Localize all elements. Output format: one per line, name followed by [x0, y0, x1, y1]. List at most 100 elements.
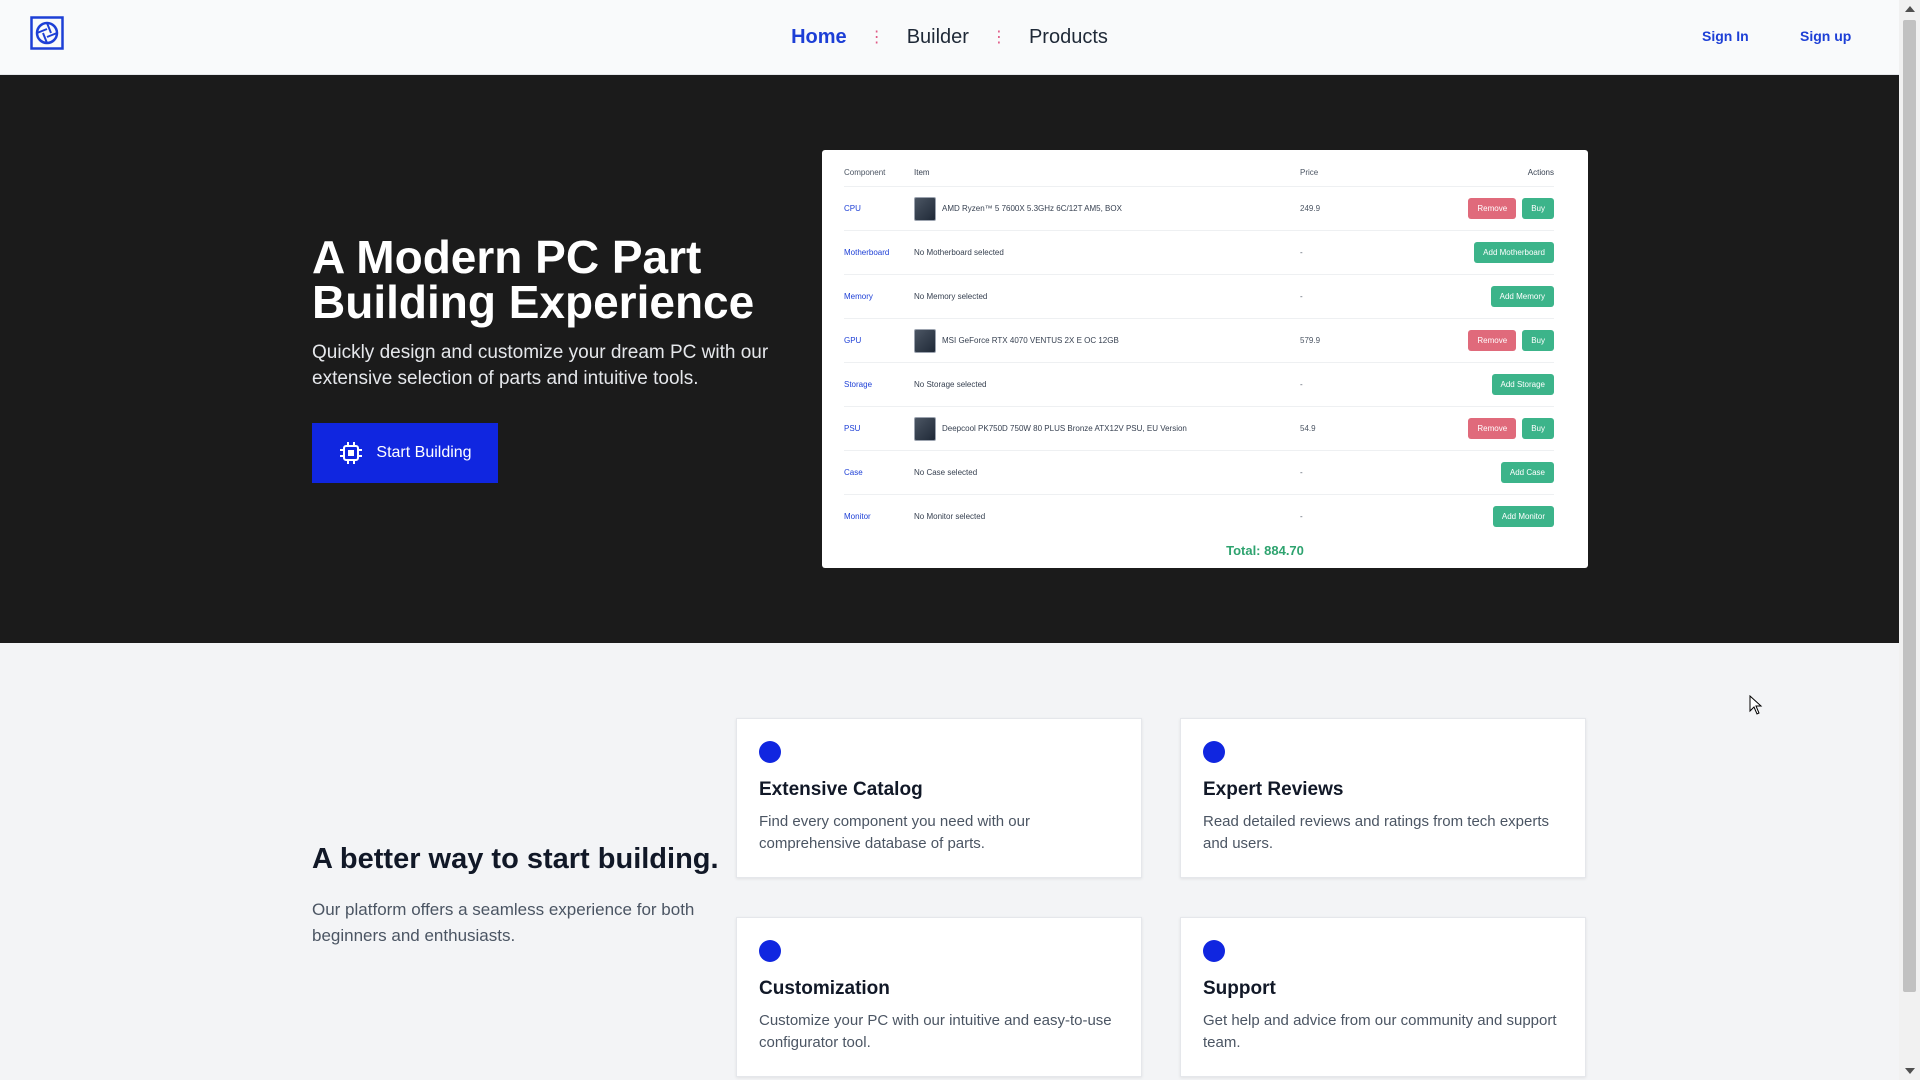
card-text: Get help and advice from our community a… — [1203, 1012, 1557, 1051]
card-title: Customization — [759, 978, 890, 999]
add-case-button[interactable]: Add Case — [1500, 462, 1554, 483]
remove-button[interactable]: Remove — [1468, 198, 1517, 219]
item-cell: Deepcool PK750D 750W 80 PLUS Bronze ATX1… — [910, 416, 1300, 441]
sign-up-link[interactable]: Sign up — [1800, 28, 1851, 44]
header-actions: Actions — [1527, 167, 1554, 177]
features-title: A better way to start building. — [312, 843, 719, 875]
bullet-dot-icon — [759, 940, 781, 962]
add-monitor-button[interactable]: Add Monitor — [1492, 506, 1554, 527]
bullet-dot-icon — [1203, 940, 1225, 962]
card-text: Customize your PC with our intuitive and… — [759, 1012, 1112, 1051]
item-name: AMD Ryzen™ 5 7600X 5.3GHz 6C/12T AM5, BO… — [942, 204, 1122, 213]
component-link[interactable]: Monitor — [844, 512, 910, 521]
add-memory-button[interactable]: Add Memory — [1490, 286, 1554, 307]
sign-in-link[interactable]: Sign In — [1702, 28, 1749, 44]
component-link[interactable]: Memory — [844, 292, 910, 301]
features-subtitle: Our platform offers a seamless experienc… — [312, 900, 695, 945]
feature-card-support: Support Get help and advice from our com… — [1180, 917, 1586, 1077]
top-navbar: Home ⋮ Builder ⋮ Products Sign In Sign u… — [0, 0, 1899, 75]
card-title: Extensive Catalog — [759, 779, 923, 800]
mouse-pointer-icon — [1749, 695, 1763, 715]
table-header: Component Item Price Actions — [844, 158, 1554, 186]
buy-button[interactable]: Buy — [1522, 330, 1554, 351]
item-name: Deepcool PK750D 750W 80 PLUS Bronze ATX1… — [942, 424, 1187, 433]
item-cell: No Memory selected — [914, 292, 988, 301]
price-cell: 54.9 — [1300, 424, 1316, 433]
header-item: Item — [914, 167, 930, 177]
hero-title: A Modern PC Part Building Experience — [312, 231, 755, 328]
nav-link-builder[interactable]: Builder — [885, 26, 991, 49]
actions-cell: Remove Buy — [1420, 418, 1554, 439]
buy-button[interactable]: Buy — [1522, 198, 1554, 219]
remove-button[interactable]: Remove — [1468, 418, 1517, 439]
scroll-up-arrow-icon[interactable] — [1905, 6, 1915, 12]
feature-card-catalog: Extensive Catalog Find every component y… — [736, 718, 1142, 878]
nav-link-home[interactable]: Home — [769, 26, 869, 49]
add-motherboard-button[interactable]: Add Motherboard — [1474, 242, 1554, 263]
component-link[interactable]: Motherboard — [844, 248, 910, 257]
start-building-button[interactable]: Start Building — [312, 423, 498, 483]
item-cell: No Motherboard selected — [914, 248, 1004, 257]
price-cell: - — [1300, 248, 1303, 257]
builder-preview-table: Component Item Price Actions CPU AMD Ryz… — [822, 150, 1588, 568]
header-component: Component — [844, 167, 886, 177]
actions-cell: Add Case — [1420, 462, 1554, 483]
price-cell: 579.9 — [1300, 336, 1321, 345]
start-building-label: Start Building — [376, 444, 472, 461]
main-nav: Home ⋮ Builder ⋮ Products — [0, 0, 1899, 75]
hero-section: A Modern PC Part Building Experience Qui… — [0, 75, 1899, 643]
bullet-dot-icon — [1203, 741, 1225, 763]
cpu-chip-icon — [340, 442, 363, 464]
price-cell: - — [1300, 380, 1303, 389]
bullet-dot-icon — [759, 741, 781, 763]
table-row: CPU AMD Ryzen™ 5 7600X 5.3GHz 6C/12T AM5… — [844, 186, 1554, 230]
header-price: Price — [1300, 167, 1319, 177]
nav-link-products[interactable]: Products — [1007, 26, 1130, 49]
feature-card-customization: Customization Customize your PC with our… — [736, 917, 1142, 1077]
item-cell: MSI GeForce RTX 4070 VENTUS 2X E OC 12GB — [910, 328, 1300, 353]
component-link[interactable]: PSU — [844, 424, 910, 433]
actions-cell: Remove Buy — [1420, 330, 1554, 351]
buy-button[interactable]: Buy — [1522, 418, 1554, 439]
vertical-scrollbar[interactable] — [1899, 0, 1920, 1080]
item-cell: No Case selected — [914, 468, 978, 477]
item-cell: AMD Ryzen™ 5 7600X 5.3GHz 6C/12T AM5, BO… — [910, 196, 1300, 221]
item-cell: No Monitor selected — [914, 512, 986, 521]
component-link[interactable]: GPU — [844, 336, 910, 345]
table-row: GPU MSI GeForce RTX 4070 VENTUS 2X E OC … — [844, 318, 1554, 362]
scroll-down-arrow-icon[interactable] — [1905, 1068, 1915, 1074]
table-row: PSU Deepcool PK750D 750W 80 PLUS Bronze … — [844, 406, 1554, 450]
table-row: Motherboard No Motherboard selected - Ad… — [844, 230, 1554, 274]
item-cell: No Storage selected — [914, 380, 987, 389]
component-link[interactable]: CPU — [844, 204, 910, 213]
hero-subtitle: Quickly design and customize your dream … — [312, 342, 769, 389]
price-cell: - — [1300, 292, 1303, 301]
table-row: Case No Case selected - Add Case — [844, 450, 1554, 494]
remove-button[interactable]: Remove — [1468, 330, 1517, 351]
card-title: Expert Reviews — [1203, 779, 1344, 800]
nav-separator: ⋮ — [868, 28, 885, 46]
scroll-thumb[interactable] — [1903, 20, 1916, 992]
product-thumbnail — [914, 196, 936, 221]
product-thumbnail — [914, 416, 936, 441]
card-title: Support — [1203, 978, 1276, 999]
feature-card-reviews: Expert Reviews Read detailed reviews and… — [1180, 718, 1586, 878]
component-link[interactable]: Storage — [844, 380, 910, 389]
price-cell: 249.9 — [1300, 204, 1321, 213]
actions-cell: Add Monitor — [1420, 506, 1554, 527]
build-total: Total: 884.70 — [1226, 543, 1304, 558]
item-name: MSI GeForce RTX 4070 VENTUS 2X E OC 12GB — [942, 336, 1119, 345]
actions-cell: Remove Buy — [1420, 198, 1554, 219]
actions-cell: Add Storage — [1420, 374, 1554, 395]
table-row: Monitor No Monitor selected - Add Monito… — [844, 494, 1554, 538]
price-cell: - — [1300, 512, 1303, 521]
table-row: Memory No Memory selected - Add Memory — [844, 274, 1554, 318]
product-thumbnail — [914, 328, 936, 353]
add-storage-button[interactable]: Add Storage — [1491, 374, 1554, 395]
nav-separator: ⋮ — [990, 28, 1007, 46]
actions-cell: Add Motherboard — [1420, 242, 1554, 263]
actions-cell: Add Memory — [1420, 286, 1554, 307]
card-text: Find every component you need with our c… — [759, 813, 1030, 852]
component-link[interactable]: Case — [844, 468, 910, 477]
card-text: Read detailed reviews and ratings from t… — [1203, 813, 1550, 852]
